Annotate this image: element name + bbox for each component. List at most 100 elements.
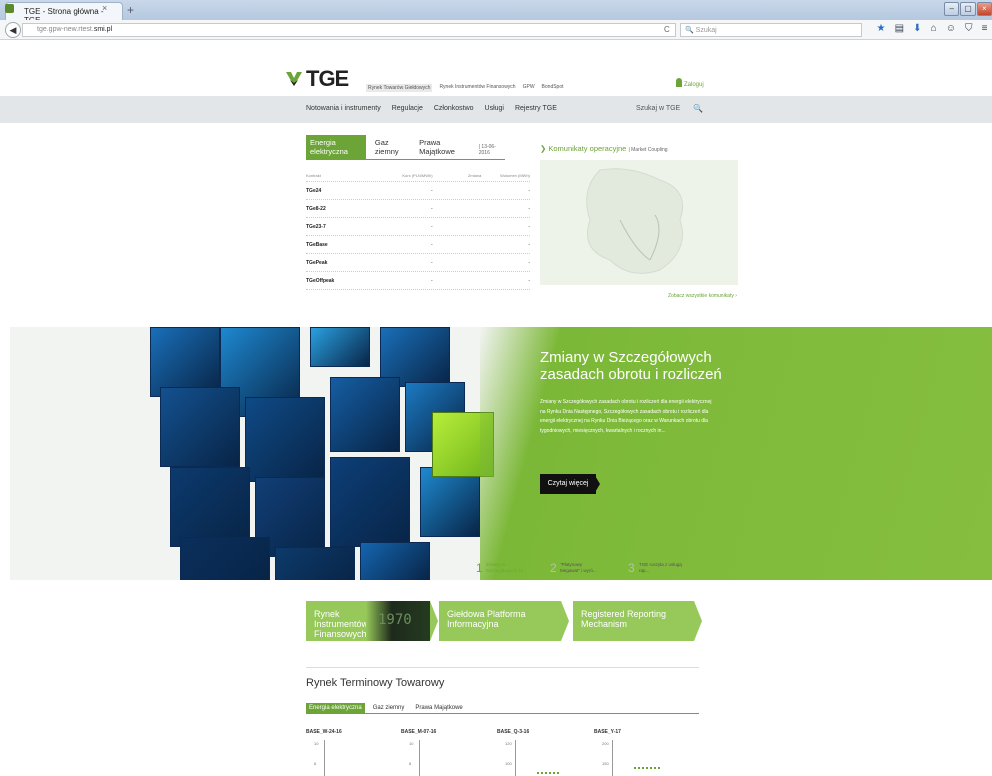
cube-shape bbox=[310, 327, 370, 367]
menu-icon[interactable]: ≡ bbox=[982, 23, 988, 37]
topnav-gpw[interactable]: GPW bbox=[523, 84, 535, 92]
rtt-tab-gaz[interactable]: Gaz ziemny bbox=[370, 703, 408, 713]
table-row[interactable]: TGe23-7 - - bbox=[306, 218, 530, 236]
table-cell: TGe24 bbox=[306, 187, 322, 194]
all-komunikaty-link[interactable]: Zobacz wszystkie komunikaty › bbox=[668, 293, 737, 299]
rrm-box-arrow-icon bbox=[694, 601, 702, 641]
table-cell: - bbox=[430, 205, 433, 212]
nav-uslugi[interactable]: Usługi bbox=[485, 105, 504, 112]
slide-2-number[interactable]: 2 bbox=[550, 561, 557, 575]
browser-search-input[interactable]: 🔍 Szukaj bbox=[680, 23, 862, 37]
table-cell: TGeOffpeak bbox=[306, 277, 335, 284]
chart-tick-label: 10 bbox=[314, 741, 319, 746]
emoji-icon[interactable]: ☺ bbox=[946, 23, 956, 37]
slide-3-number[interactable]: 3 bbox=[628, 561, 635, 575]
cube-shape bbox=[330, 457, 410, 547]
chart-tick-label: 10 bbox=[409, 741, 414, 746]
close-window-button[interactable]: × bbox=[976, 2, 992, 16]
nav-rejestry[interactable]: Rejestry TGE bbox=[515, 105, 557, 112]
chart-series-line bbox=[537, 772, 559, 774]
chart-tick-label: 150 bbox=[602, 761, 609, 766]
komunikaty-header[interactable]: ❯ Komunikaty operacyjne | Market Couplin… bbox=[540, 144, 668, 153]
slide-3-label[interactable]: TGE ruszyła z usługą rap... bbox=[639, 562, 687, 574]
cube-shape bbox=[420, 467, 480, 537]
downloads-icon[interactable]: ⬇ bbox=[913, 23, 921, 37]
table-cell: - bbox=[430, 241, 433, 248]
table-cell: - bbox=[430, 223, 433, 230]
back-button[interactable]: ◀ bbox=[5, 22, 21, 38]
col-zmiana: Zmiana bbox=[467, 173, 482, 178]
table-header: Kontrakt Kurs (PLN/MWh) Zmiana Wolumen (… bbox=[306, 170, 530, 182]
table-row[interactable]: TGe8-22 - - bbox=[306, 200, 530, 218]
reload-button[interactable]: C bbox=[664, 25, 670, 34]
topnav-rif[interactable]: Rynek Instrumentów Finansowych bbox=[439, 84, 515, 92]
slide-1-label[interactable]: Zmiany w Szczegółowych za... bbox=[486, 562, 528, 574]
quotes-rows: TGe24- - TGe8-22- - TGe23-7- - TGeBase - - TGePea… bbox=[306, 182, 530, 290]
table-cell: - bbox=[528, 205, 531, 212]
main-nav: Notowania i instrumenty Regulacje Członk… bbox=[306, 105, 557, 112]
nav-regulacje[interactable]: Regulacje bbox=[392, 105, 423, 112]
user-icon bbox=[676, 78, 682, 87]
maximize-button[interactable]: ▢ bbox=[960, 2, 976, 16]
chart-tick-label: 100 bbox=[505, 761, 512, 766]
tab-prawa[interactable]: Prawa Majątkowe bbox=[415, 135, 470, 159]
table-cell: - bbox=[430, 259, 433, 266]
pocket-icon[interactable]: ⛉ bbox=[965, 23, 973, 37]
slide-2-label[interactable]: "Platynowy Megawat" i wyró... bbox=[560, 562, 602, 574]
table-cell: TGeBase bbox=[306, 241, 328, 248]
new-tab-button[interactable]: + bbox=[127, 3, 134, 17]
rtt-tab-energia[interactable]: Energia elektryczna bbox=[306, 703, 365, 713]
table-row[interactable]: TGe24 - - bbox=[306, 182, 530, 200]
table-row[interactable]: TGeBase - - bbox=[306, 236, 530, 254]
col-wolumen: Wolumen (MWh) bbox=[500, 173, 531, 178]
tab-gaz[interactable]: Gaz ziemny bbox=[371, 135, 410, 159]
tab-energia[interactable]: Energia elektryczna bbox=[306, 135, 366, 159]
chart-tick-label: 8 bbox=[314, 761, 317, 766]
col-kontrakt: Kontrakt bbox=[306, 173, 321, 178]
logo-text: TGE bbox=[306, 66, 349, 91]
site-logo[interactable]: TGE bbox=[306, 66, 349, 92]
col-kurs: Kurs (PLN/MWh) bbox=[402, 173, 433, 178]
rrm-box[interactable]: Registered Reporting Mechanism bbox=[573, 601, 694, 641]
table-cell: - bbox=[528, 241, 531, 248]
chart-axis bbox=[324, 740, 325, 776]
read-more-arrow-icon bbox=[594, 474, 600, 494]
address-bar[interactable]: tge.gpw-new.rtest.smi.pl bbox=[22, 23, 676, 37]
komunikaty-sub: | Market Coupling bbox=[628, 147, 668, 153]
table-row[interactable]: TGeOffpeak - - bbox=[306, 272, 530, 290]
site-search-input[interactable]: Szukaj w TGE bbox=[636, 105, 680, 112]
browser-search-placeholder: Szukaj bbox=[695, 27, 717, 34]
chart-tick-label: 120 bbox=[505, 741, 512, 746]
top-nav: Rynek Towarów Giełdowych Rynek Instrumen… bbox=[366, 84, 564, 92]
home-icon[interactable]: ⌂ bbox=[931, 23, 937, 37]
topnav-bondspot[interactable]: BondSpot bbox=[542, 84, 564, 92]
chart-axis bbox=[515, 740, 516, 776]
komunikaty-title: Komunikaty operacyjne bbox=[548, 144, 627, 153]
rif-box-image-number: 1970 bbox=[378, 612, 412, 628]
bookmark-star-icon[interactable]: ★ bbox=[877, 23, 886, 37]
rrm-box-label: Registered Reporting Mechanism bbox=[581, 609, 667, 629]
table-cell: - bbox=[528, 187, 531, 194]
window-controls: – ▢ × bbox=[944, 2, 992, 16]
rif-box-arrow-icon bbox=[430, 601, 438, 641]
nav-notowania[interactable]: Notowania i instrumenty bbox=[306, 105, 381, 112]
bookmarks-list-icon[interactable]: ▤ bbox=[895, 23, 904, 37]
topnav-rtg[interactable]: Rynek Towarów Giełdowych bbox=[366, 84, 433, 92]
gpi-box[interactable]: Giełdowa Platforma Informacyjna bbox=[439, 601, 561, 641]
rtt-tab-prawa[interactable]: Prawa Majątkowe bbox=[412, 703, 465, 713]
nav-czlonkostwo[interactable]: Członkostwo bbox=[434, 105, 474, 112]
chart-title: BASE_W-24-16 bbox=[306, 729, 342, 735]
chart-title: BASE_Y-17 bbox=[594, 729, 621, 735]
table-row[interactable]: TGePeak - - bbox=[306, 254, 530, 272]
quotes-tabs: Energia elektryczna Gaz ziemny Prawa Maj… bbox=[306, 135, 505, 160]
tab-close-icon[interactable]: × bbox=[102, 3, 107, 13]
search-icon[interactable]: 🔍 bbox=[693, 104, 703, 113]
chart-title: BASE_Q-3-16 bbox=[497, 729, 530, 735]
slide-1-number[interactable]: 1 bbox=[476, 561, 483, 575]
minimize-button[interactable]: – bbox=[944, 2, 960, 16]
tge-logo-icon bbox=[286, 72, 302, 86]
read-more-button[interactable]: Czytaj więcej bbox=[540, 474, 596, 494]
login-link[interactable]: Zaloguj bbox=[684, 82, 704, 88]
tge-favicon-icon bbox=[5, 4, 14, 13]
rif-box-label: Rynek Instrumentów Finansowych bbox=[314, 609, 369, 639]
